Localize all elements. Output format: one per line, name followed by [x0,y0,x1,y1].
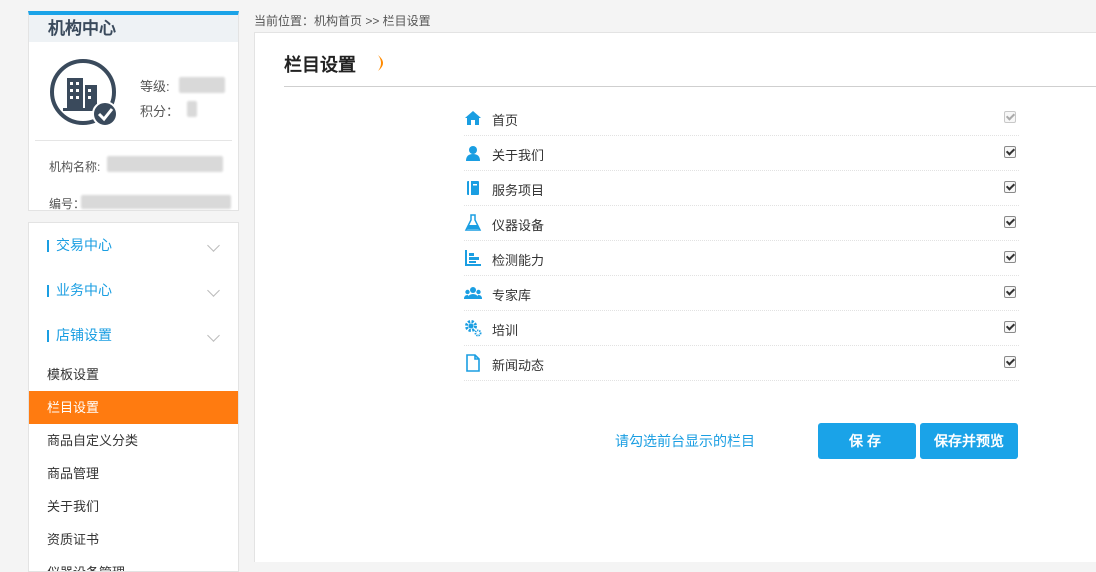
column-row-about-us: 关于我们 [464,136,1019,171]
nav-group-label: 业务中心 [56,282,112,298]
org-name-redacted [107,156,223,172]
column-label: 首页 [492,113,519,128]
chevron-down-icon [207,329,220,342]
nav-group-shop-settings[interactable]: 店铺设置 [29,313,238,358]
points-label: 积分： [140,104,180,119]
nav-group-label: 店铺设置 [56,327,112,343]
level-label: 等级: [140,79,170,94]
profile-title: 机构中心 [29,15,238,42]
nav-item-column-settings[interactable]: 栏目设置 [29,391,238,424]
column-checkbox-home[interactable] [1004,111,1016,123]
column-checkbox-services[interactable] [1004,181,1016,193]
column-label: 服务项目 [492,183,545,198]
column-checkbox-equipment[interactable] [1004,216,1016,228]
column-list: 首页 关于我们 服务项目 仪器设备 检测能力 专家库 培训 新闻动态 [464,101,1019,381]
nav-item-equipment-management[interactable]: 仪器设备管理 [29,556,238,571]
column-row-home: 首页 [464,101,1019,136]
nav-item-template-settings[interactable]: 模板设置 [29,358,238,391]
column-row-services: 服务项目 [464,171,1019,206]
user-icon [466,146,480,161]
org-name-label: 机构名称: [49,160,101,174]
title-divider [284,86,1096,87]
points-value-redacted [187,101,197,117]
book-icon [467,181,479,195]
main-panel: 栏目设置 首页 关于我们 服务项目 仪器设备 检测能力 专家库 培训 新闻动态 … [254,32,1096,562]
nav-group-label: 交易中心 [56,237,112,253]
hint-text: 请勾选前台显示的栏目 [615,433,755,449]
home-icon [465,111,481,125]
sidebar-nav: 交易中心 业务中心 店铺设置 模板设置 栏目设置 商品自定义分类 商品管理 关于… [28,222,239,572]
column-label: 专家库 [492,288,532,303]
nav-item-about-us[interactable]: 关于我们 [29,490,238,523]
nav-item-custom-category[interactable]: 商品自定义分类 [29,424,238,457]
group-icon [464,287,482,299]
chevron-down-icon [207,239,220,252]
org-code-label: 编号： [49,197,86,211]
column-checkbox-capability[interactable] [1004,251,1016,263]
column-row-news: 新闻动态 [464,346,1019,381]
profile-divider [35,140,232,141]
org-code-redacted [81,195,231,209]
column-checkbox-about-us[interactable] [1004,146,1016,158]
nav-group-business[interactable]: 业务中心 [29,268,238,313]
column-checkbox-training[interactable] [1004,321,1016,333]
page-title: 栏目设置 [284,55,356,75]
flask-icon [464,214,482,231]
nav-item-product-management[interactable]: 商品管理 [29,457,238,490]
profile-card: 机构中心 等级: 积分： 机构名称: 编号： [28,11,239,211]
nav-group-trade[interactable]: 交易中心 [29,223,238,268]
level-value-redacted [179,77,225,93]
column-row-experts: 专家库 [464,276,1019,311]
save-button[interactable]: 保存 [818,423,916,459]
column-label: 仪器设备 [492,218,545,233]
document-icon [466,354,480,372]
column-label: 培训 [492,323,519,338]
chevron-down-icon [207,284,220,297]
bar-chart-icon [465,250,481,266]
column-label: 新闻动态 [492,358,545,373]
nav-item-certificates[interactable]: 资质证书 [29,523,238,556]
save-and-preview-button[interactable]: 保存并预览 [920,423,1018,459]
organization-avatar-icon [50,59,118,127]
title-accent-icon [378,55,383,71]
gears-icon [465,320,482,337]
column-label: 检测能力 [492,253,545,268]
column-label: 关于我们 [492,148,545,163]
column-row-training: 培训 [464,311,1019,346]
column-row-equipment: 仪器设备 [464,206,1019,241]
breadcrumb: 当前位置：机构首页 >> 栏目设置 [254,14,431,28]
column-checkbox-news[interactable] [1004,356,1016,368]
column-checkbox-experts[interactable] [1004,286,1016,298]
column-row-capability: 检测能力 [464,241,1019,276]
